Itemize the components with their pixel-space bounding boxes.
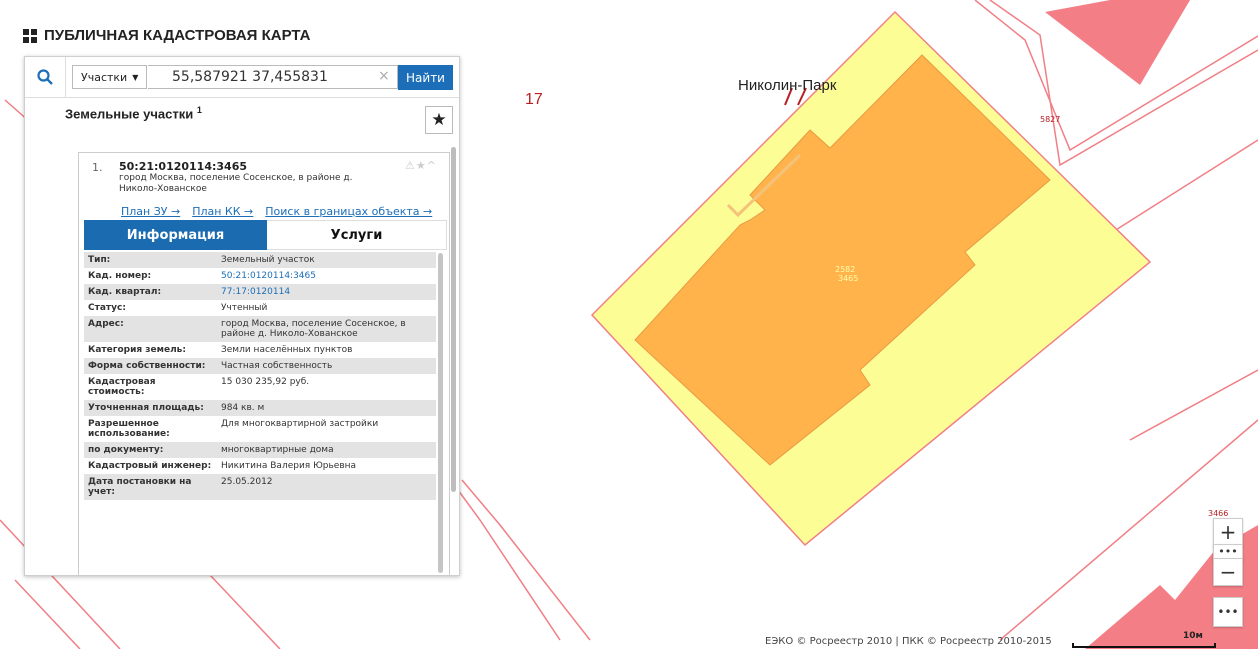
- map-label-17: 17: [525, 91, 543, 108]
- neighbor-parcel-top[interactable]: [1045, 0, 1190, 85]
- row-value: Учтенный: [221, 303, 268, 313]
- section-title-text: Земельные участки: [65, 106, 194, 122]
- tab-services[interactable]: Услуги: [267, 220, 447, 250]
- row-value: 25.05.2012: [221, 477, 273, 487]
- row-value: Частная собственность: [221, 361, 333, 371]
- map-label-park: Николин-Парк: [738, 77, 837, 94]
- result-card: 1. 50:21:0120114:3465 город Москва, посе…: [78, 152, 450, 576]
- result-number: 1.: [92, 161, 103, 174]
- boundary-line: [461, 479, 591, 641]
- section-count: 1: [196, 105, 202, 115]
- zoom-in-button[interactable]: +: [1213, 518, 1243, 546]
- link-search-in-bounds[interactable]: Поиск в границах объекта →: [265, 205, 432, 218]
- result-tabs: Информация Услуги: [84, 220, 447, 250]
- row-value: Никитина Валерия Юрьевна: [221, 461, 357, 471]
- row-value: 984 кв. м: [221, 403, 265, 413]
- table-row: Дата постановки на учет: 25.05.2012: [84, 474, 436, 500]
- map-label-5827: 5827: [1040, 115, 1060, 124]
- link-plan-kk[interactable]: План КК →: [192, 205, 253, 218]
- search-panel: Участки ▼ × Найти Земельные участки 1 ★ …: [24, 56, 460, 576]
- cadastre-logo-icon: [23, 28, 37, 43]
- boundary-line: [209, 574, 281, 649]
- row-value: Земельный участок: [221, 255, 315, 265]
- search-type-select[interactable]: Участки ▼: [72, 65, 147, 89]
- row-key: Кадастровый инженер:: [88, 461, 212, 471]
- row-value: многоквартирные дома: [221, 445, 334, 455]
- map-label-3466: 3466: [1208, 509, 1228, 518]
- map-label-parcel-a: 2582: [835, 265, 855, 274]
- panel-scrollbar[interactable]: [451, 147, 456, 492]
- row-key: Тип:: [88, 255, 111, 265]
- table-row: Адрес: город Москва, поселение Сосенское,…: [84, 316, 436, 342]
- table-row: Кадастровая стоимость: 15 030 235,92 руб.: [84, 374, 436, 400]
- section-title: Земельные участки 1: [65, 105, 202, 121]
- table-row: Разрешенное использование: Для многокварт…: [84, 416, 436, 442]
- scale-bar: [1072, 643, 1216, 648]
- table-row: Статус: Учтенный: [84, 300, 436, 316]
- card-action-icons[interactable]: ⚠★^: [405, 159, 437, 172]
- chevron-down-icon: ▼: [132, 72, 139, 82]
- tab-information[interactable]: Информация: [84, 220, 267, 250]
- row-value: 15 030 235,92 руб.: [221, 377, 310, 387]
- search-toggle-button[interactable]: [25, 57, 66, 97]
- row-key: Кад. квартал:: [88, 287, 162, 297]
- app-title: ПУБЛИЧНАЯ КАДАСТРОВАЯ КАРТА: [22, 27, 310, 44]
- search-type-label: Участки: [81, 70, 128, 84]
- favorites-button[interactable]: ★: [425, 106, 453, 134]
- search-input[interactable]: [148, 65, 398, 89]
- table-row: Кад. квартал: 77:17:0120114: [84, 284, 436, 300]
- result-links: План ЗУ → План КК → Поиск в границах объ…: [121, 205, 432, 218]
- row-key: Категория земель:: [88, 345, 186, 355]
- boundary-line: [457, 489, 561, 641]
- star-icon: ★: [431, 110, 447, 130]
- cadastral-number-link[interactable]: 50:21:0120114:3465: [217, 268, 436, 284]
- search-bar: Участки ▼ × Найти: [25, 57, 459, 98]
- table-row: Категория земель: Земли населённых пункто…: [84, 342, 436, 358]
- result-cadastral-id[interactable]: 50:21:0120114:3465: [119, 160, 247, 173]
- link-plan-zu[interactable]: План ЗУ →: [121, 205, 180, 218]
- row-key: Кадастровая стоимость:: [88, 377, 156, 397]
- row-value: Земли населённых пунктов: [221, 345, 353, 355]
- cadastral-quarter-link[interactable]: 77:17:0120114: [217, 284, 436, 300]
- info-table: Тип: Земельный участок Кад. номер: 50:21:0…: [84, 252, 436, 500]
- boundary-line: [1099, 139, 1258, 241]
- row-value: Для многоквартирной застройки: [221, 419, 379, 429]
- scale-label: 10м: [1183, 631, 1203, 641]
- row-key: Разрешенное использование:: [88, 419, 170, 439]
- row-value: город Москва, поселение Сосенское, в рай…: [221, 319, 406, 339]
- app-title-text: ПУБЛИЧНАЯ КАДАСТРОВАЯ КАРТА: [44, 27, 311, 44]
- row-key: Уточненная площадь:: [88, 403, 204, 413]
- card-scrollbar[interactable]: [438, 253, 443, 573]
- table-row: по документу: многоквартирные дома: [84, 442, 436, 458]
- search-icon: [37, 69, 53, 85]
- row-key: по документу:: [88, 445, 164, 455]
- row-key: Статус:: [88, 303, 126, 313]
- table-row: Кадастровый инженер: Никитина Валерия Юрь…: [84, 458, 436, 474]
- map-label-parcel-b: 3465: [838, 274, 858, 283]
- table-row: Уточненная площадь: 984 кв. м: [84, 400, 436, 416]
- row-key: Дата постановки на учет:: [88, 477, 192, 497]
- boundary-line: [14, 579, 81, 649]
- result-address: город Москва, поселение Сосенское, в рай…: [119, 173, 353, 194]
- more-tools-button[interactable]: •••: [1213, 597, 1243, 627]
- zoom-out-button[interactable]: −: [1213, 558, 1243, 586]
- row-key: Адрес:: [88, 319, 124, 329]
- table-row: Форма собственности: Частная собственност…: [84, 358, 436, 374]
- table-row: Тип: Земельный участок: [84, 252, 436, 268]
- table-row: Кад. номер: 50:21:0120114:3465: [84, 268, 436, 284]
- boundary-line: [1129, 369, 1258, 441]
- row-key: Кад. номер:: [88, 271, 152, 281]
- clear-icon[interactable]: ×: [378, 68, 390, 84]
- find-button[interactable]: Найти: [398, 65, 453, 90]
- map-attribution: ЕЭКО © Росреестр 2010 | ПКК © Росреестр …: [765, 636, 1052, 647]
- row-key: Форма собственности:: [88, 361, 206, 371]
